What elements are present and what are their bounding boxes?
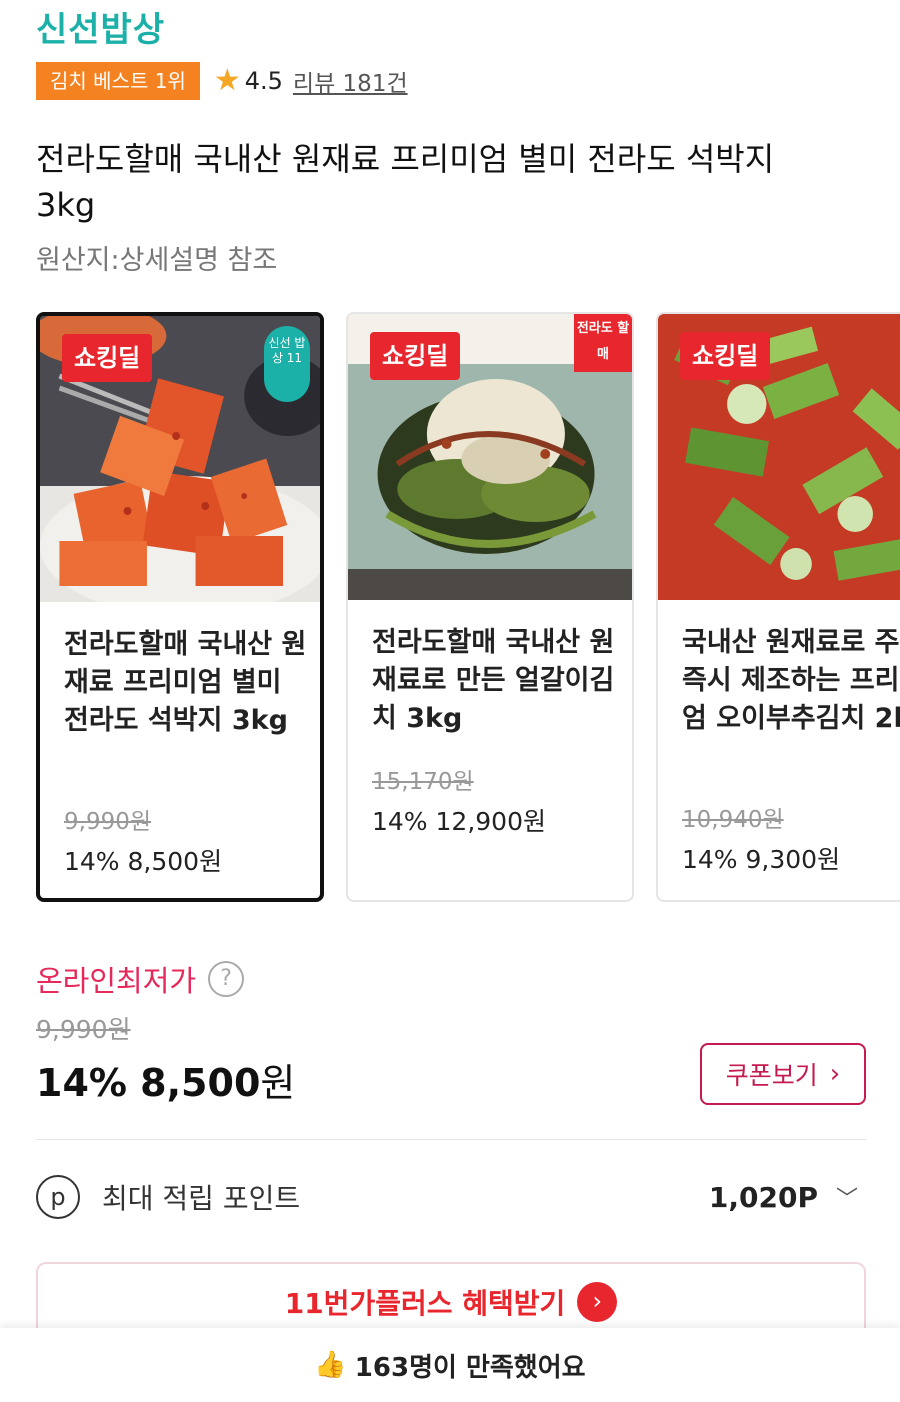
card-price: 14% 9,300원: [682, 845, 841, 874]
chevron-right-icon: ›: [829, 1059, 841, 1089]
deal-badge: 쇼킹딜: [370, 332, 461, 380]
points-value: 1,020P: [708, 1180, 818, 1214]
card-price: 14% 12,900원: [372, 807, 546, 836]
brand-badge: 신선 밥상 11: [264, 326, 310, 402]
product-card[interactable]: 쇼킹딜 전라도 할매 전라도할매 국내산 원재료로 만든 얼갈이김치 3kg 1…: [346, 312, 634, 902]
product-title: 전라도할매 국내산 원재료 프리미엄 별미 전라도 석박지 3kg: [36, 136, 866, 228]
card-original-price: 15,170원: [372, 769, 474, 795]
best-badge[interactable]: 김치 베스트 1위: [36, 62, 200, 100]
lowest-price-label: 온라인최저가 ?: [36, 958, 245, 1000]
product-card[interactable]: 쇼킹딜 국내산 원재료로 주문 즉시 제조하는 프리미엄 오이부추김치 2kg …: [656, 312, 900, 902]
card-original-price: 10,940원: [682, 807, 784, 833]
final-price: 14% 8,500원: [36, 1052, 295, 1107]
coupon-button-label: 쿠폰보기: [725, 1061, 818, 1090]
satisfaction-bar[interactable]: 👍 163명이 만족했어요: [0, 1328, 900, 1402]
card-product-name: 국내산 원재료로 주문 즉시 제조하는 프리미엄 오이부추김치 2kg: [682, 627, 900, 734]
store-name[interactable]: 신선밥상: [36, 2, 165, 51]
product-image: 쇼킹딜: [658, 314, 900, 600]
product-title-line2: 3kg: [36, 186, 96, 224]
coupon-button[interactable]: 쿠폰보기 ›: [700, 1043, 866, 1105]
product-image: 쇼킹딜 전라도 할매: [348, 314, 632, 600]
star-icon: ★: [213, 63, 241, 98]
card-original-price: 9,990원: [64, 809, 152, 835]
card-price: 14% 8,500원: [64, 847, 223, 876]
point-icon: p: [36, 1175, 80, 1219]
product-title-line1: 전라도할매 국내산 원재료 프리미엄 별미 전라도 석박지: [36, 140, 775, 178]
final-price-unit: 원: [260, 1061, 296, 1105]
points-label: 최대 적립 포인트: [102, 1182, 301, 1215]
satisfaction-text: 163명이 만족했어요: [354, 1352, 586, 1383]
card-product-name: 전라도할매 국내산 원재료 프리미엄 별미 전라도 석박지 3kg: [64, 629, 307, 736]
rating-value: 4.5: [244, 67, 283, 95]
meta-row: 김치 베스트 1위 ★ 4.5 리뷰 181건: [36, 62, 408, 100]
thumbs-up-icon: 👍: [314, 1350, 347, 1380]
lowest-price-text: 온라인최저가: [36, 964, 197, 998]
card-product-name: 전라도할매 국내산 원재료로 만든 얼갈이김치 3kg: [372, 627, 615, 734]
original-price: 9,990원: [36, 1015, 131, 1044]
brand-badge: 전라도 할매: [574, 314, 632, 372]
divider: [36, 1139, 866, 1140]
arrow-right-icon: ›: [577, 1282, 618, 1322]
review-link[interactable]: 리뷰 181건: [293, 64, 408, 98]
final-price-amount: 14% 8,500: [36, 1061, 261, 1105]
points-row[interactable]: p 최대 적립 포인트 1,020P ﹀: [36, 1172, 866, 1222]
deal-badge: 쇼킹딜: [62, 334, 153, 382]
chevron-down-icon[interactable]: ﹀: [836, 1181, 858, 1213]
product-card[interactable]: 쇼킹딜 신선 밥상 11 전라도할매 국내산 원재료 프리미엄 별미 전라도 석…: [36, 312, 324, 902]
product-carousel[interactable]: 쇼킹딜 신선 밥상 11 전라도할매 국내산 원재료 프리미엄 별미 전라도 석…: [36, 312, 900, 904]
deal-badge: 쇼킹딜: [680, 332, 771, 380]
origin-info: 원산지:상세설명 참조: [36, 245, 278, 276]
product-image: 쇼킹딜 신선 밥상 11: [40, 316, 320, 602]
help-icon[interactable]: ?: [208, 961, 245, 997]
